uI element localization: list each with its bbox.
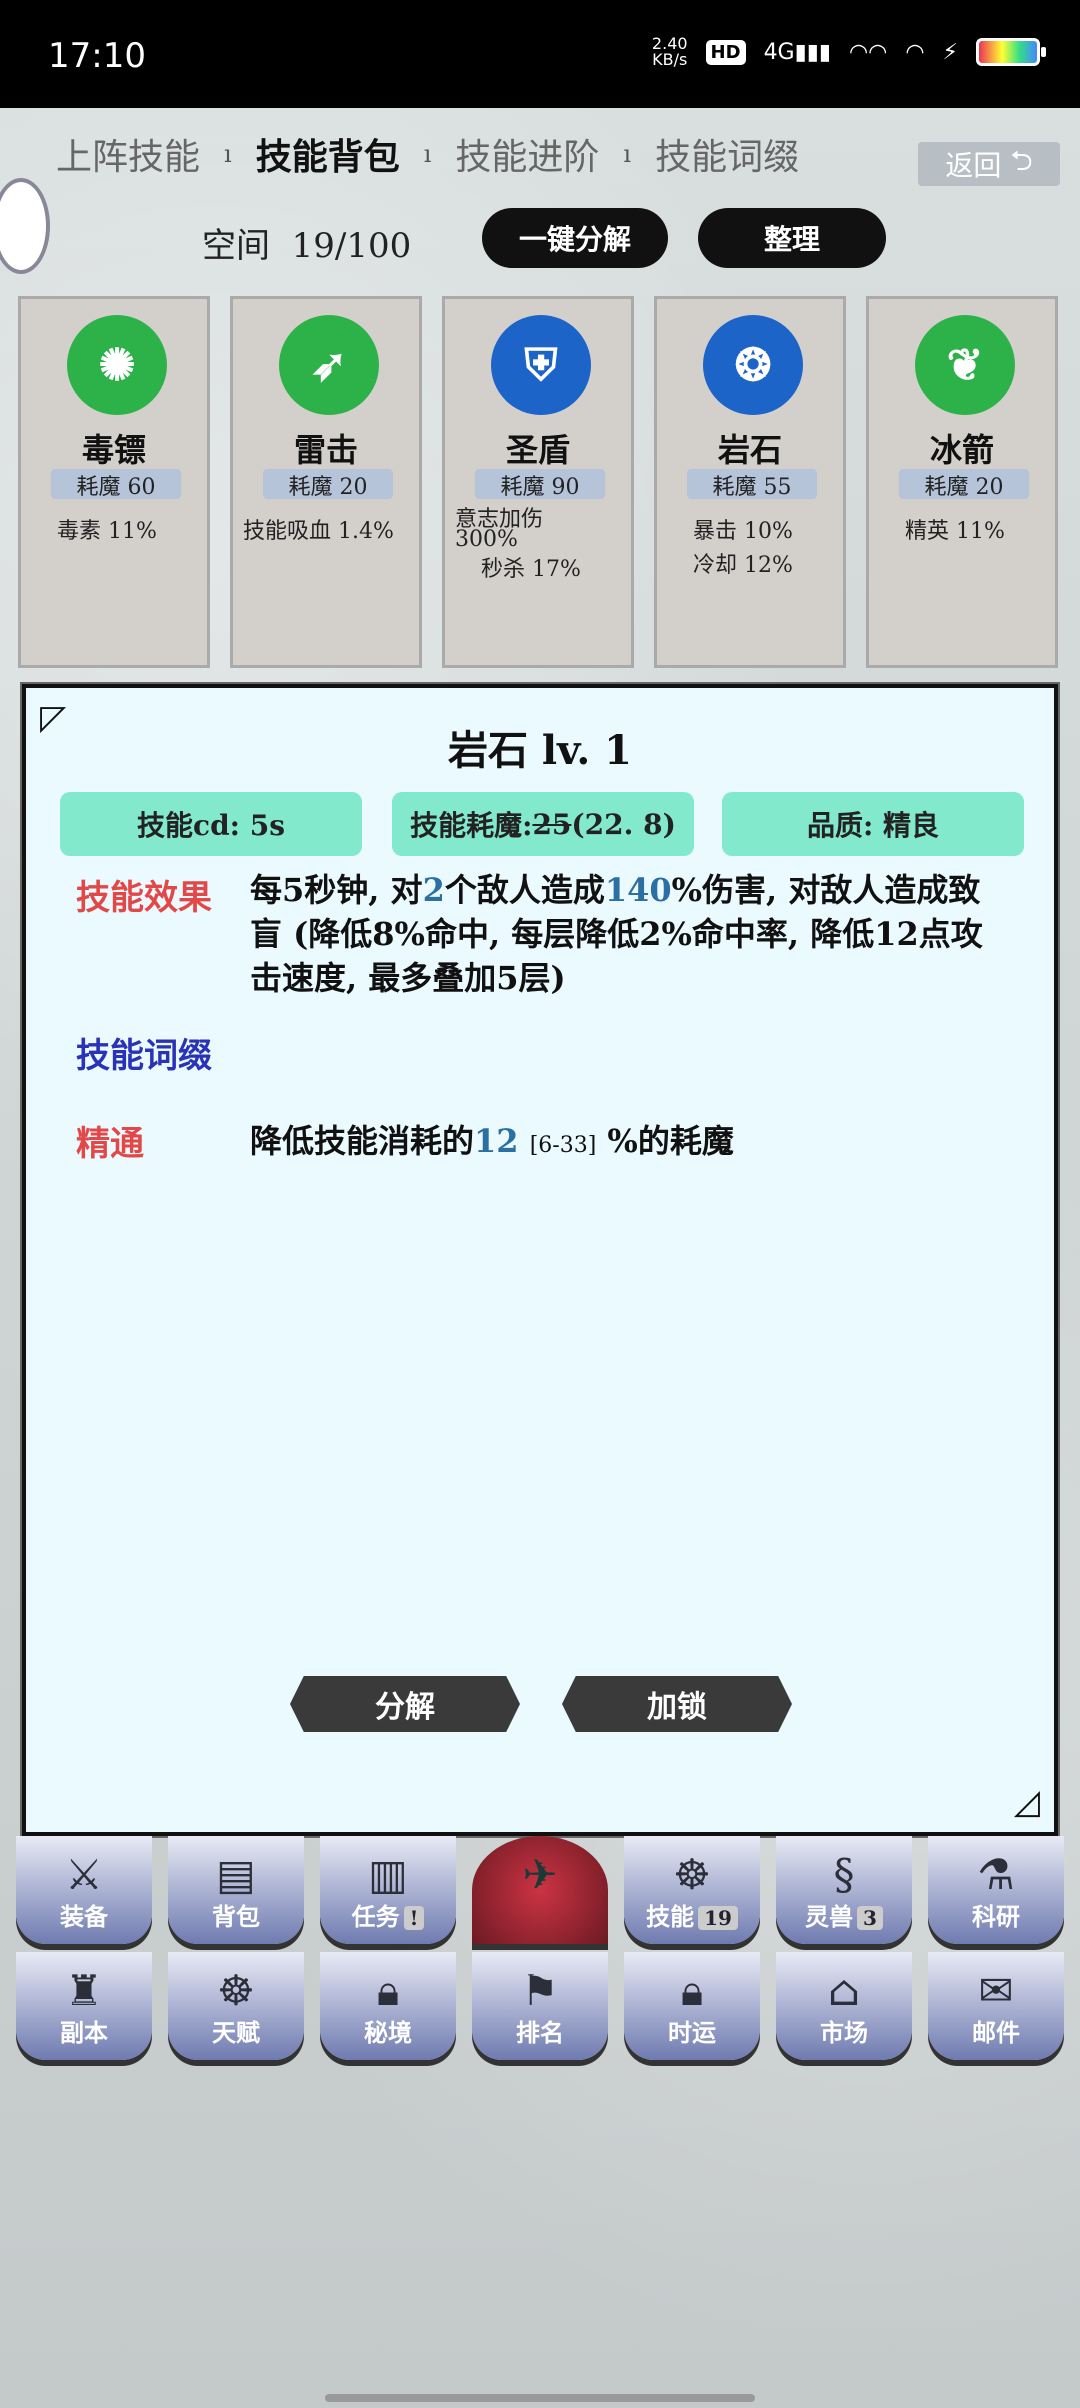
battery-icon [976,38,1046,66]
home-indicator[interactable] [325,2394,755,2402]
menu-row-1: ⚔ 装备 ▤ 背包 ▥ 任务! ✈ ☸ 技能 19 § 灵兽 3 ⚗ 科研 [16,1836,1064,1944]
menu-fortune[interactable]: 🔒︎ 时运 [624,1952,760,2060]
skill-title: 岩石 lv. 1 [447,727,633,774]
menu-row-2: ♜ 副本 ☸ 天赋 🔒︎ 秘境 ⚑ 排名 🔒︎ 时运 ⌂ 市场 ✉ 邮件 [16,1952,1064,2060]
inventory-space: 空间 19/100 [202,226,412,266]
wifi-icon: ◠◠ [848,39,888,65]
mastery-text: 降低技能消耗的12 [6-33] %的耗魔 [250,1122,734,1160]
affix-label: 技能词缀 [76,1036,212,1076]
menu-market[interactable]: ⌂ 市场 [776,1952,912,2060]
hd-icon: HD [705,39,746,65]
shop-icon: ⌂ [827,1966,861,2015]
tab-skill-advance[interactable]: 技能进阶 [449,128,605,180]
lock-button[interactable]: 加锁 [562,1676,792,1732]
corner-ornament-icon: ◿ [1013,1782,1040,1822]
effect-label: 技能效果 [76,878,212,918]
menu-skill[interactable]: ☸ 技能 19 [624,1836,760,1944]
decompose-button[interactable]: 分解 [290,1676,520,1732]
tab-skill-affix[interactable]: 技能词缀 [649,128,805,180]
menu-dungeon[interactable]: ♜ 副本 [16,1952,152,2060]
menu-secret-realm[interactable]: 🔒︎ 秘境 [320,1952,456,2060]
poison-dart-icon: ✺ [67,315,167,415]
clock: 17:10 [48,36,146,76]
skill-card[interactable]: ❦ 冰箭 耗魔 20 精英 11% [866,296,1058,668]
lock-icon: 🔒︎ [376,1966,400,2015]
menu-talent[interactable]: ☸ 天赋 [168,1952,304,2060]
skill-scroll-icon: ☸ [673,1850,711,1899]
menu-ranking[interactable]: ⚑ 排名 [472,1952,608,2060]
skill-detail-panel: ◸ ◿ 岩石 lv. 1 技能cd: 5s 技能耗魔: 25 (22. 8) 品质:… [22,684,1058,1836]
back-button[interactable]: 返回 ⮌ [918,142,1060,186]
skill-card[interactable]: ⛨ 圣盾 耗魔 90 意志加伤 300% 秒杀 17% [442,296,634,668]
net-speed: 2.40 KB/s [651,34,688,69]
menu-research[interactable]: ⚗ 科研 [928,1836,1064,1944]
menu-home-emblem[interactable]: ✈ [472,1836,608,1944]
quality-badge: 品质: 精良 [722,792,1024,856]
tab-deployed-skills[interactable]: 上阵技能 [50,128,206,180]
skill-card[interactable]: ➶ 雷击 耗魔 20 技能吸血 1.4% [230,296,422,668]
mail-icon: ✉ [978,1966,1014,2015]
status-bar: 17:10 2.40 KB/s HD 4G▮▮▮ ◠◠ ◠ ⚡ [0,0,1080,108]
tab-bar: 上阵技能 ı 技能背包 ı 技能进阶 ı 技能词缀 [50,128,1050,180]
sword-icon: ⚔ [65,1850,103,1899]
menu-equipment[interactable]: ⚔ 装备 [16,1836,152,1944]
bag-icon: ▤ [216,1850,256,1899]
ice-arrow-icon: ❦ [915,315,1015,415]
menu-quest[interactable]: ▥ 任务! [320,1836,456,1944]
serpent-icon: § [833,1850,855,1899]
sort-button[interactable]: 整理 [698,208,886,268]
bird-emblem-icon: ✈ [522,1850,558,1899]
cost-badge: 技能耗魔: 25 (22. 8) [392,792,694,856]
rock-icon: ❂ [703,315,803,415]
skill-card-list: ✺ 毒镖 耗魔 60 毒素 11% ➶ 雷击 耗魔 20 技能吸血 1.4% ⛨… [18,296,1062,676]
signal-icon: 4G▮▮▮ [763,39,831,65]
flask-icon: ⚗ [977,1850,1015,1899]
book-icon: ▥ [368,1850,408,1899]
banner-icon: ⚑ [521,1966,559,2015]
mastery-label: 精通 [76,1124,144,1164]
decompose-all-button[interactable]: 一键分解 [482,208,668,268]
tab-skill-bag[interactable]: 技能背包 [250,128,406,180]
skill-card[interactable]: ❂ 岩石 耗魔 55 暴击 10% 冷却 12% [654,296,846,668]
wifi2-icon: ◠ [905,39,925,65]
skill-card[interactable]: ✺ 毒镖 耗魔 60 毒素 11% [18,296,210,668]
menu-mail[interactable]: ✉ 邮件 [928,1952,1064,2060]
lock-icon: 🔒︎ [680,1966,704,2015]
thunder-strike-icon: ➶ [279,315,379,415]
menu-bag[interactable]: ▤ 背包 [168,1836,304,1944]
wheel-icon: ☸ [217,1966,255,2015]
tower-icon: ♜ [65,1966,103,2015]
effect-text: 每5秒钟, 对2个敌人造成140%伤害, 对敌人造成致盲 (降低8%命中, 每层… [250,871,983,997]
holy-shield-icon: ⛨ [491,315,591,415]
menu-spirit-beast[interactable]: § 灵兽 3 [776,1836,912,1944]
charging-icon: ⚡ [942,39,958,65]
cd-badge: 技能cd: 5s [60,792,362,856]
